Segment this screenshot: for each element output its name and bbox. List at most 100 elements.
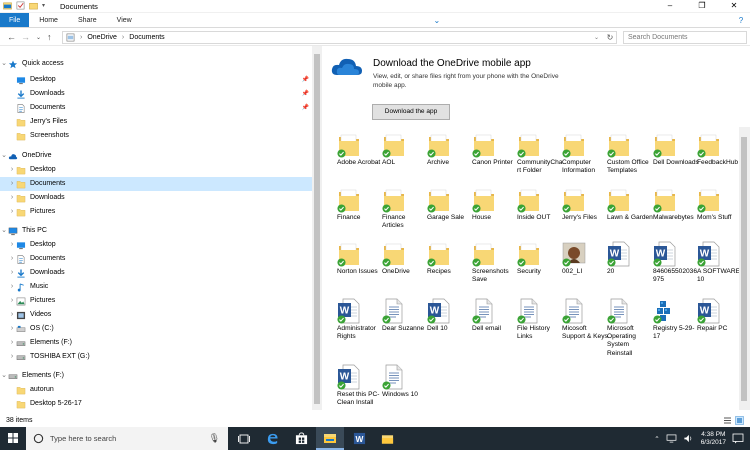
file-item[interactable]: Dear Suzanne bbox=[382, 298, 428, 333]
file-item[interactable]: Registry 5-29-17 bbox=[653, 298, 699, 341]
folder-item[interactable]: Screenshots Save bbox=[472, 241, 518, 284]
folder-item[interactable]: FeedbackHub bbox=[697, 132, 743, 167]
folder-item[interactable]: Inside OUT bbox=[517, 187, 563, 222]
task-view-button[interactable] bbox=[230, 427, 258, 450]
sidebar-pc-item[interactable]: › OS (C:) bbox=[0, 322, 312, 336]
start-button[interactable] bbox=[0, 427, 26, 450]
folder-item[interactable]: Canon Printer bbox=[472, 132, 518, 167]
navigation-scrollbar[interactable] bbox=[312, 46, 322, 410]
folder-item[interactable]: Archive bbox=[427, 132, 473, 167]
expand-chevron-icon[interactable]: › bbox=[8, 266, 16, 280]
explorer-taskbar-button-2[interactable] bbox=[373, 427, 401, 450]
folder-item[interactable]: Security bbox=[517, 241, 563, 276]
scrollbar-thumb[interactable] bbox=[314, 54, 320, 404]
edge-button[interactable] bbox=[258, 427, 286, 450]
explorer-icon[interactable] bbox=[3, 1, 12, 10]
folder-item[interactable]: AOL bbox=[382, 132, 428, 167]
folder-item[interactable]: Garage Sale bbox=[427, 187, 473, 222]
scrollbar-thumb[interactable] bbox=[741, 137, 747, 401]
expand-chevron-icon[interactable]: › bbox=[8, 322, 16, 336]
expand-chevron-icon[interactable]: › bbox=[8, 350, 16, 364]
network-icon[interactable] bbox=[666, 434, 677, 443]
sidebar-od-item[interactable]: › Documents bbox=[0, 177, 312, 191]
folder-item[interactable]: Computer Information bbox=[562, 132, 608, 175]
sidebar-quick-access[interactable]: ⌄ Quick access bbox=[0, 57, 312, 71]
sidebar-this-pc[interactable]: ⌄ This PC bbox=[0, 224, 312, 238]
show-hidden-icons-icon[interactable]: ⌃ bbox=[654, 435, 659, 443]
maximize-button[interactable]: ❐ bbox=[686, 0, 718, 13]
file-item[interactable]: W 20 bbox=[607, 241, 653, 276]
expand-chevron-icon[interactable]: › bbox=[8, 205, 16, 219]
breadcrumb-documents[interactable]: Documents bbox=[129, 34, 164, 41]
expand-chevron-icon[interactable]: › bbox=[8, 252, 16, 266]
expand-chevron-icon[interactable]: › bbox=[8, 191, 16, 205]
pin-icon[interactable]: 📌 bbox=[302, 101, 309, 115]
folder-item[interactable]: Finance Articles bbox=[382, 187, 428, 230]
sidebar-pc-item[interactable]: › Downloads bbox=[0, 266, 312, 280]
folder-item[interactable]: Malwarebytes bbox=[653, 187, 699, 222]
sidebar-pc-item[interactable]: › Documents bbox=[0, 252, 312, 266]
folder-item[interactable]: Jerry's Files bbox=[562, 187, 608, 222]
expand-chevron-icon[interactable]: › bbox=[8, 238, 16, 252]
folder-item[interactable]: Norton Issues bbox=[337, 241, 383, 276]
volume-icon[interactable] bbox=[683, 434, 693, 443]
tab-file[interactable]: File bbox=[0, 13, 30, 27]
expand-chevron-icon[interactable]: › bbox=[8, 308, 16, 322]
up-arrow-icon[interactable]: ↑ bbox=[47, 32, 52, 42]
sidebar-pc-item[interactable]: › Pictures bbox=[0, 294, 312, 308]
address-bar[interactable]: › OneDrive › Documents ⌄ ↻ bbox=[62, 31, 617, 44]
clock[interactable]: 4:38 PM 6/3/2017 bbox=[701, 431, 726, 447]
folder-item[interactable]: House bbox=[472, 187, 518, 222]
sidebar-pc-item[interactable]: › Elements (F:) bbox=[0, 336, 312, 350]
forward-arrow-icon[interactable]: → bbox=[21, 32, 30, 42]
folder-item[interactable]: Lawn & Garden bbox=[607, 187, 653, 222]
expand-chevron-icon[interactable]: › bbox=[8, 163, 16, 177]
file-item[interactable]: W Reset this PC- Clean Install bbox=[337, 364, 383, 407]
expand-chevron-icon[interactable]: › bbox=[8, 294, 16, 308]
sidebar-od-item[interactable]: › Desktop bbox=[0, 163, 312, 177]
sidebar-od-item[interactable]: › Pictures bbox=[0, 205, 312, 219]
sidebar-elements-item[interactable]: Desktop 5-26-17 bbox=[0, 397, 312, 411]
file-item[interactable]: Dell email bbox=[472, 298, 518, 333]
sidebar-qa-item[interactable]: Screenshots bbox=[0, 129, 312, 143]
back-arrow-icon[interactable]: ← bbox=[7, 32, 16, 42]
expand-ribbon-icon[interactable]: ⌄ bbox=[428, 13, 446, 27]
folder-item[interactable]: Adobe Acrobat bbox=[337, 132, 383, 167]
store-button[interactable] bbox=[287, 427, 315, 450]
details-view-icon[interactable] bbox=[723, 416, 732, 425]
file-item[interactable]: 002_LI bbox=[562, 241, 608, 276]
folder-item[interactable]: Recipes bbox=[427, 241, 473, 276]
tab-home[interactable]: Home bbox=[29, 13, 68, 27]
sidebar-qa-item[interactable]: Jerry's Files bbox=[0, 115, 312, 129]
sidebar-qa-item[interactable]: Downloads 📌 bbox=[0, 87, 312, 101]
file-item[interactable]: W Administrator Rights bbox=[337, 298, 383, 341]
file-item[interactable]: Windows 10 bbox=[382, 364, 428, 399]
expand-chevron-icon[interactable]: › bbox=[8, 280, 16, 294]
content-scrollbar[interactable] bbox=[739, 127, 750, 410]
sidebar-pc-item[interactable]: › TOSHIBA EXT (G:) bbox=[0, 350, 312, 364]
breadcrumb-onedrive[interactable]: OneDrive bbox=[87, 34, 117, 41]
recent-locations-icon[interactable]: ⌄ bbox=[36, 34, 41, 41]
help-icon[interactable]: ? bbox=[732, 13, 750, 27]
sidebar-qa-item[interactable]: Desktop 📌 bbox=[0, 73, 312, 87]
sidebar-pc-item[interactable]: › Videos bbox=[0, 308, 312, 322]
address-dropdown-icon[interactable]: ⌄ bbox=[594, 34, 599, 41]
expand-chevron-icon[interactable]: › bbox=[8, 177, 16, 191]
expand-chevron-icon[interactable]: ⌄ bbox=[0, 369, 8, 383]
properties-icon[interactable] bbox=[16, 1, 25, 10]
sidebar-elements-drive[interactable]: ⌄ Elements (F:) bbox=[0, 369, 312, 383]
folder-item[interactable]: Mom's Stuff bbox=[697, 187, 743, 222]
microphone-icon[interactable]: 🎙 bbox=[209, 433, 220, 444]
pin-icon[interactable]: 📌 bbox=[302, 73, 309, 87]
new-folder-icon[interactable] bbox=[29, 1, 38, 10]
folder-item[interactable]: CommunityChart Folder bbox=[517, 132, 563, 175]
qat-dropdown-icon[interactable]: ▾ bbox=[42, 2, 45, 9]
file-item[interactable]: WA SOFTWARE 10 bbox=[697, 241, 743, 284]
word-taskbar-button[interactable]: W bbox=[345, 427, 373, 450]
file-item[interactable]: Microsoft Operating System Reinstall bbox=[607, 298, 653, 358]
large-icons-view-icon[interactable] bbox=[735, 416, 744, 425]
action-center-icon[interactable] bbox=[732, 433, 744, 444]
sidebar-pc-item[interactable]: › Desktop bbox=[0, 238, 312, 252]
sidebar-od-item[interactable]: › Downloads bbox=[0, 191, 312, 205]
file-item[interactable]: W Dell 10 bbox=[427, 298, 473, 333]
